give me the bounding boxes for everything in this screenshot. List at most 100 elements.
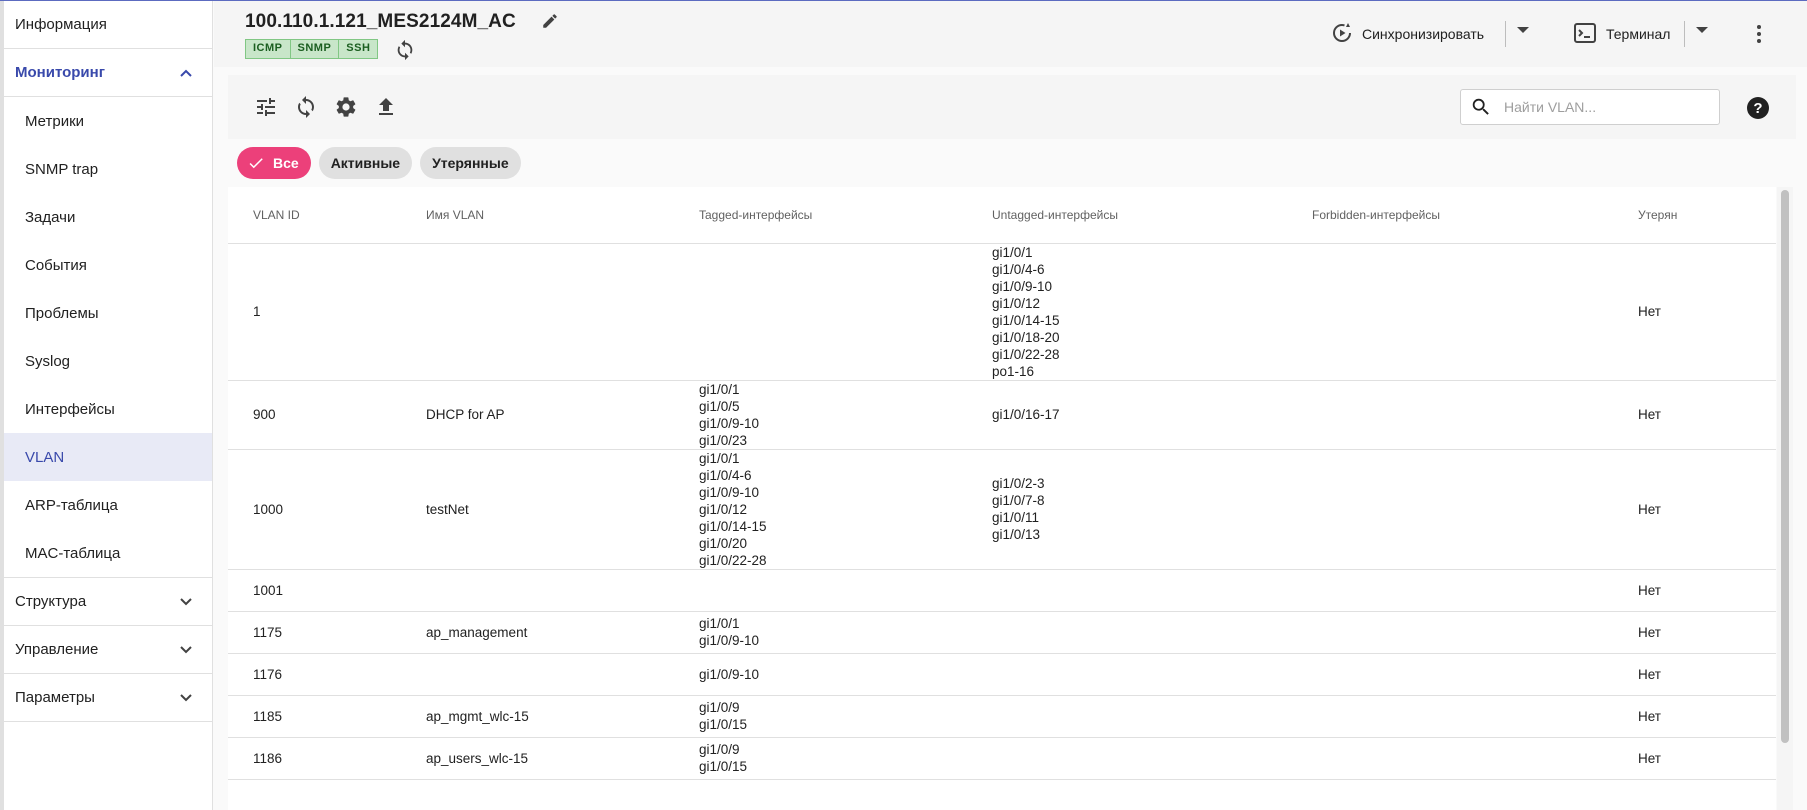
more-vert-icon[interactable] — [1749, 23, 1769, 45]
cell-tagged: gi1/0/9 gi1/0/15 — [699, 695, 992, 738]
sidebar-section-parameters[interactable]: Параметры — [4, 674, 212, 722]
interface-entry: gi1/0/9 — [699, 700, 740, 715]
interface-entry: gi1/0/9-10 — [699, 415, 760, 431]
column-header-tagged[interactable]: Tagged-интерфейсы — [699, 187, 992, 244]
sync-dropdown-caret-icon[interactable] — [1517, 27, 1529, 33]
pencil-icon[interactable] — [541, 12, 559, 30]
sidebar-item[interactable]: SNMP trap — [4, 145, 212, 193]
chevron-down-icon[interactable] — [178, 594, 194, 610]
cell-tagged — [699, 243, 992, 381]
cell-lost: Нет — [1638, 611, 1776, 654]
table-row[interactable]: 1175 ap_management gi1/0/1 gi1/0/9-10 Нет — [228, 611, 1776, 654]
terminal-dropdown-caret-icon[interactable] — [1696, 27, 1708, 33]
sidebar-section-structure-label: Структура — [15, 593, 87, 610]
sync-button[interactable]: Синхронизировать — [1330, 21, 1484, 47]
interface-entry: gi1/0/13 — [992, 527, 1041, 542]
refresh-icon[interactable] — [394, 39, 416, 61]
cell-vlan-id: 1 — [228, 243, 426, 381]
table-row[interactable]: 1001 Нет — [228, 569, 1776, 612]
cell-vlan-name — [426, 569, 699, 612]
cell-untagged — [992, 737, 1312, 780]
upload-icon[interactable] — [374, 95, 398, 119]
help-icon[interactable]: ? — [1747, 97, 1769, 119]
cell-vlan-name: testNet — [426, 449, 699, 570]
tune-icon[interactable] — [254, 95, 278, 119]
filter-all-chip[interactable]: Все — [237, 147, 311, 179]
device-header: 100.110.1.121_MES2124M_AC ICMP SNMP SSH Си… — [214, 1, 1807, 67]
sidebar-item[interactable]: Проблемы — [4, 289, 212, 337]
sidebar-section-structure[interactable]: Структура — [4, 578, 212, 626]
cell-vlan-name — [426, 653, 699, 696]
cell-lost: Нет — [1638, 380, 1776, 450]
cell-vlan-id: 1000 — [228, 449, 426, 570]
cell-lost: Нет — [1638, 243, 1776, 381]
terminal-button[interactable]: Терминал — [1574, 21, 1670, 47]
cell-vlan-name: DHCP for AP — [426, 380, 699, 450]
interface-entry: gi1/0/12 — [699, 501, 748, 517]
chevron-down-icon[interactable] — [178, 690, 194, 706]
sidebar-item[interactable]: Интерфейсы — [4, 385, 212, 433]
cell-tagged: gi1/0/1 gi1/0/4-6 gi1/0/9-10 gi1/0/12 gi1/0/… — [699, 449, 992, 570]
table-toolbar: ? — [228, 75, 1796, 139]
cell-vlan-id: 1185 — [228, 695, 426, 738]
vlan-search[interactable] — [1460, 89, 1720, 125]
interface-entry: gi1/0/9-10 — [992, 278, 1053, 294]
interface-entry: gi1/0/9-10 — [699, 666, 760, 682]
cell-lost: Нет — [1638, 569, 1776, 612]
search-input[interactable] — [1504, 99, 1704, 115]
interface-entry: gi1/0/11 — [992, 510, 1040, 525]
filter-active-chip[interactable]: Активные — [318, 147, 413, 179]
column-header-vlan-name[interactable]: Имя VLAN — [426, 187, 699, 244]
sidebar-item[interactable]: Syslog — [4, 337, 212, 385]
chevron-down-icon[interactable] — [178, 642, 194, 658]
vlan-table: VLAN ID Имя VLAN Tagged-интерфейсы Untag… — [228, 187, 1776, 780]
column-header-vlan-id[interactable]: VLAN ID — [228, 187, 426, 244]
sidebar-item[interactable]: Задачи — [4, 193, 212, 241]
cell-forbidden — [1312, 449, 1638, 570]
sidebar-section-monitoring[interactable]: Мониторинг — [4, 49, 212, 97]
cell-vlan-id: 1176 — [228, 653, 426, 696]
table-row[interactable]: 1185 ap_mgmt_wlc-15 gi1/0/9 gi1/0/15 Нет — [228, 695, 1776, 738]
interface-entry: gi1/0/1 — [699, 450, 740, 466]
table-row[interactable]: 1176 gi1/0/9-10 Нет — [228, 653, 1776, 696]
column-header-lost[interactable]: Утерян — [1638, 187, 1776, 244]
chevron-up-icon[interactable] — [178, 65, 194, 81]
app-root: Информация Мониторинг Метрики SNMP trap За… — [0, 0, 1807, 810]
table-row[interactable]: 900 DHCP for AP gi1/0/1 gi1/0/5 gi1/0/9-10 gi… — [228, 380, 1776, 450]
sync-icon[interactable] — [294, 95, 318, 119]
page-title: 100.110.1.121_MES2124M_AC — [245, 11, 516, 32]
cell-lost: Нет — [1638, 653, 1776, 696]
table-row[interactable]: 1000 testNet gi1/0/1 gi1/0/4-6 gi1/0/9-10 gi1… — [228, 449, 1776, 570]
sidebar-section-info-label: Информация — [15, 16, 107, 33]
cell-vlan-name: ap_users_wlc-15 — [426, 737, 699, 780]
vlan-table-container: VLAN ID Имя VLAN Tagged-интерфейсы Untag… — [228, 187, 1776, 810]
filter-lost-chip[interactable]: Утерянные — [420, 147, 521, 179]
sidebar-item[interactable]: VLAN — [4, 433, 212, 481]
protocol-badge: SNMP — [290, 39, 340, 59]
column-header-untagged[interactable]: Untagged-интерфейсы — [992, 187, 1312, 244]
cell-forbidden — [1312, 737, 1638, 780]
sidebar-item[interactable]: Метрики — [4, 97, 212, 145]
cell-tagged — [699, 569, 992, 612]
filter-chips: Все Активные Утерянные — [237, 147, 521, 179]
cell-untagged — [992, 611, 1312, 654]
cell-untagged — [992, 653, 1312, 696]
scrollbar-thumb[interactable] — [1781, 190, 1789, 743]
gear-icon[interactable] — [334, 95, 358, 119]
interface-entry: gi1/0/12 — [992, 295, 1041, 311]
cell-vlan-id: 1001 — [228, 569, 426, 612]
column-header-forbidden[interactable]: Forbidden-интерфейсы — [1312, 187, 1638, 244]
sidebar-item[interactable]: MAC-таблица — [4, 529, 212, 577]
table-row[interactable]: 1186 ap_users_wlc-15 gi1/0/9 gi1/0/15 Нет — [228, 737, 1776, 780]
cell-vlan-name: ap_management — [426, 611, 699, 654]
sidebar-section-info[interactable]: Информация — [4, 1, 212, 49]
sidebar-section-management[interactable]: Управление — [4, 626, 212, 674]
cell-lost: Нет — [1638, 737, 1776, 780]
cell-lost: Нет — [1638, 449, 1776, 570]
sidebar-item[interactable]: ARP-таблица — [4, 481, 212, 529]
interface-entry: gi1/0/4-6 — [699, 467, 752, 483]
table-row[interactable]: 1 gi1/0/1 gi1/0/4-6 gi1/0/9-10 gi1/0/12 gi1/0… — [228, 243, 1776, 381]
filter-active-label: Активные — [330, 155, 401, 171]
interface-entry: gi1/0/23 — [699, 432, 748, 448]
sidebar-item[interactable]: События — [4, 241, 212, 289]
